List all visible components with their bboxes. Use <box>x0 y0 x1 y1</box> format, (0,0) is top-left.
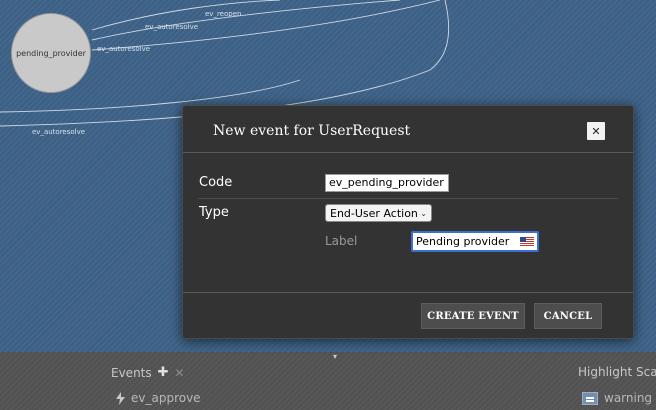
lightning-icon <box>116 391 125 405</box>
code-label: Code <box>199 175 233 190</box>
label-field[interactable]: Pending provider <box>411 231 539 252</box>
label-caption: Label <box>325 234 358 248</box>
warning-icon <box>582 391 598 405</box>
chevron-down-icon: ⌄ <box>420 208 427 218</box>
events-title: Events <box>111 365 152 380</box>
graph-edge <box>91 0 401 41</box>
cancel-button[interactable]: CANCEL <box>534 303 602 329</box>
dialog-header: New event for UserRequest ✕ <box>183 106 633 153</box>
us-flag-icon[interactable] <box>520 237 534 246</box>
edge-label[interactable]: ev_autoresolve <box>145 23 198 31</box>
highlight-scale-title: Highlight Scale <box>578 365 656 379</box>
close-icon: ✕ <box>591 124 601 138</box>
close-button[interactable]: ✕ <box>587 122 605 140</box>
state-node-pending-provider[interactable]: pending_provider <box>11 13 91 93</box>
edge-label[interactable]: ev_autoresolve <box>32 128 85 136</box>
type-label: Type <box>199 205 229 220</box>
edge-label[interactable]: ev_autoresolve <box>97 45 150 53</box>
remove-icon[interactable]: ✕ <box>175 366 185 380</box>
events-heading: Events ✚ ✕ <box>111 365 185 380</box>
add-icon[interactable]: ✚ <box>158 365 169 380</box>
bottom-panel <box>0 352 656 410</box>
highlight-item[interactable]: warning <box>582 391 652 405</box>
highlight-item-label: warning <box>604 391 653 405</box>
create-event-button[interactable]: CREATE EVENT <box>421 303 525 329</box>
type-select[interactable]: End-User Action ⌄ <box>325 204 432 222</box>
event-item-label: ev_approve <box>131 391 201 405</box>
panel-toggle-icon[interactable]: ▾ <box>333 352 337 361</box>
footer-divider <box>183 292 633 293</box>
label-field-value: Pending provider <box>416 235 510 248</box>
edge-label[interactable]: ev_reopen <box>205 10 241 18</box>
state-node-label: pending_provider <box>16 48 86 58</box>
type-select-value: End-User Action <box>330 206 418 220</box>
event-item[interactable]: ev_approve <box>116 391 201 405</box>
code-field[interactable]: ev_pending_provider <box>325 174 449 192</box>
row-divider <box>198 198 618 199</box>
new-event-dialog: New event for UserRequest ✕ Code ev_pend… <box>182 105 634 339</box>
dialog-title: New event for UserRequest <box>213 123 411 139</box>
